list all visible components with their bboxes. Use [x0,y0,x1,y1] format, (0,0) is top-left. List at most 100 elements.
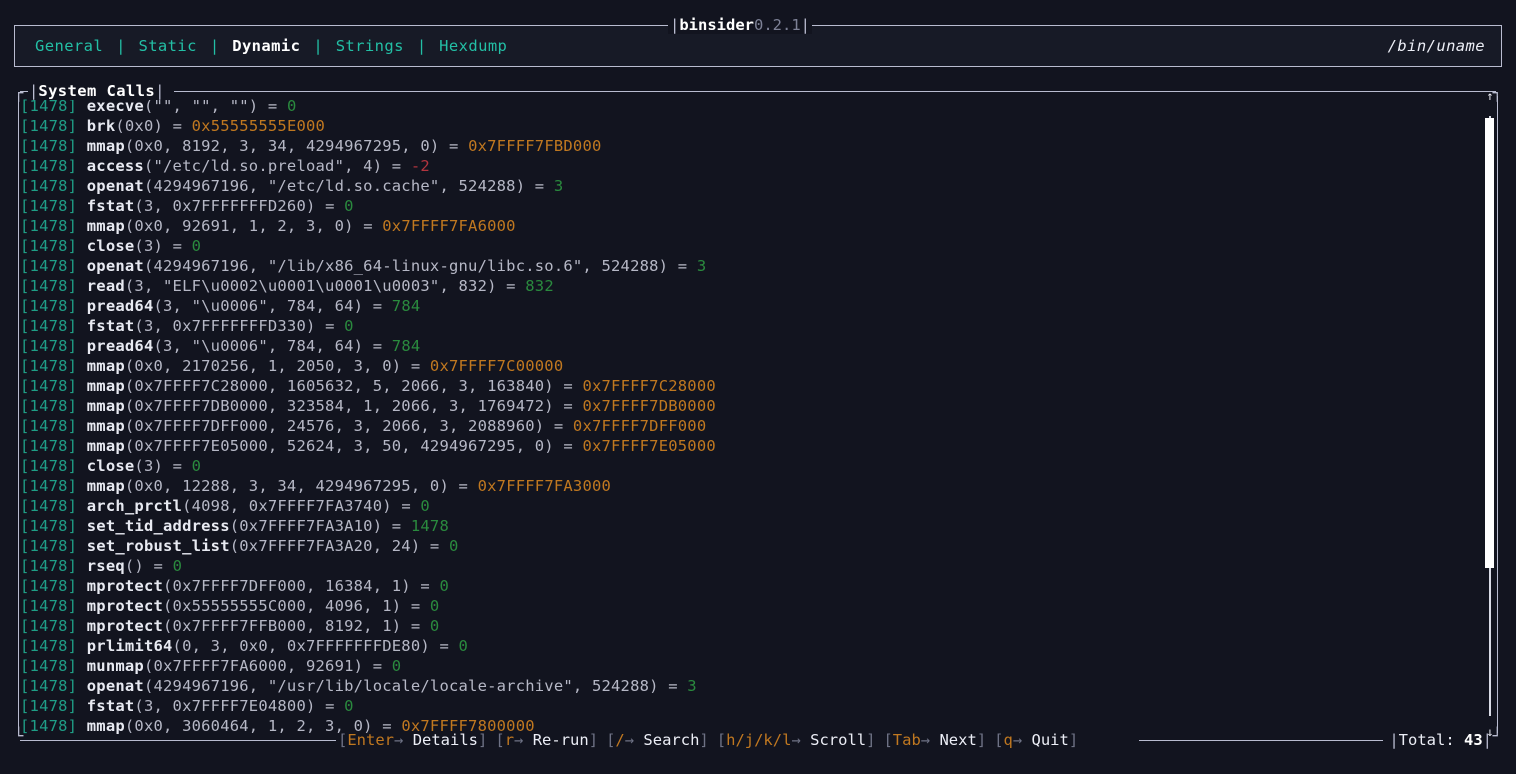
syscall-row[interactable]: [1478] set_tid_address(0x7FFFF7FA3A10) =… [20,516,1480,536]
syscall-args: (3, 0x7FFFFFFFD260) [134,197,316,215]
syscall-equals: = [363,657,392,675]
keybind-scroll[interactable]: [h/j/k/l→ Scroll] [717,731,876,749]
syscall-row[interactable]: [1478] mprotect(0x55555555C000, 4096, 1)… [20,596,1480,616]
syscall-row[interactable]: [1478] mmap(0x0, 92691, 1, 2, 3, 0) = 0x… [20,216,1480,236]
syscall-row[interactable]: [1478] rseq() = 0 [20,556,1480,576]
syscall-row[interactable]: [1478] mmap(0x7FFFF7E05000, 52624, 3, 50… [20,436,1480,456]
syscall-row[interactable]: [1478] mprotect(0x7FFFF7DFF000, 16384, 1… [20,576,1480,596]
syscall-row[interactable]: [1478] arch_prctl(4098, 0x7FFFF7FA3740) … [20,496,1480,516]
syscall-row[interactable]: [1478] close(3) = 0 [20,236,1480,256]
syscall-name: mmap [86,477,125,495]
syscall-args: (3, "ELF\u0002\u0001\u0001\u0003", 832) [124,277,497,295]
syscall-name: openat [86,677,144,695]
syscall-row[interactable]: [1478] prlimit64(0, 3, 0x0, 0x7FFFFFFFDE… [20,636,1480,656]
keybind-bracket-close: ] [699,731,709,749]
syscall-row[interactable]: [1478] mmap(0x0, 8192, 3, 34, 4294967295… [20,136,1480,156]
tab-hexdump[interactable]: Hexdump [435,36,511,56]
panel-title-left-bar: | [29,82,39,100]
syscall-row[interactable]: [1478] mmap(0x7FFFF7DB0000, 323584, 1, 2… [20,396,1480,416]
syscall-args: (0, 3, 0x0, 0x7FFFFFFFDE80) [172,637,430,655]
keybind-search[interactable]: [/→ Search] [606,731,709,749]
syscall-row[interactable]: [1478] mmap(0x0, 2170256, 1, 2050, 3, 0)… [20,356,1480,376]
tab-separator: | [116,37,126,55]
syscall-row[interactable]: [1478] pread64(3, "\u0006", 784, 64) = 7… [20,296,1480,316]
keybind-bracket-open: [ [495,731,505,749]
syscall-return-value: 0x7FFFF7E05000 [582,437,716,455]
syscall-return-value: 0x7FFFF7C28000 [582,377,716,395]
syscall-equals: = [439,137,469,155]
total-value: 43 [1463,731,1483,749]
syscall-row[interactable]: [1478] openat(4294967196, "/lib/x86_64-l… [20,256,1480,276]
syscall-list[interactable]: [1478] execve("", "", "") = 0 [1478] brk(… [20,90,1480,734]
syscall-row[interactable]: [1478] pread64(3, "\u0006", 784, 64) = 7… [20,336,1480,356]
tab-static[interactable]: Static [134,36,200,56]
syscall-row[interactable]: [1478] execve("", "", "") = 0 [20,96,1480,116]
syscall-name: mprotect [86,577,164,595]
syscall-row[interactable]: [1478] mmap(0x7FFFF7DFF000, 24576, 3, 20… [20,416,1480,436]
keybind-label: Details [403,731,479,749]
keybind-details[interactable]: [Enter→ Details] [338,731,487,749]
syscall-equals: = [553,437,583,455]
total-count-badge: |Total: 43| [1389,729,1492,751]
syscall-row[interactable]: [1478] fstat(3, 0x7FFFFFFFD260) = 0 [20,196,1480,216]
syscall-row[interactable]: [1478] set_robust_list(0x7FFFF7FA3A20, 2… [20,536,1480,556]
syscall-return-value: 3 [687,677,697,695]
syscall-name: mmap [86,437,125,455]
syscall-row[interactable]: [1478] brk(0x0) = 0x55555555E000 [20,116,1480,136]
syscall-equals: = [429,637,459,655]
syscall-args: (4294967196, "/usr/lib/locale/locale-arc… [143,677,659,695]
syscall-args: (3, "\u0006", 784, 64) [153,337,364,355]
syscall-args: (4294967196, "/etc/ld.so.cache", 524288) [143,177,526,195]
syscall-name: read [86,277,125,295]
syscall-return-value: 0x7FFFF7DFF000 [572,417,707,435]
syscall-row[interactable]: [1478] read(3, "ELF\u0002\u0001\u0001\u0… [20,276,1480,296]
syscall-pid: [1478] [20,177,78,195]
syscall-return-value: 0 [344,197,354,215]
total-right-bar: | [1482,731,1492,749]
syscall-row[interactable]: [1478] close(3) = 0 [20,456,1480,476]
syscall-row[interactable]: [1478] munmap(0x7FFFF7FA6000, 92691) = 0 [20,656,1480,676]
syscall-name: close [86,237,135,255]
tab-general[interactable]: General [31,36,107,56]
syscall-row[interactable]: [1478] mmap(0x0, 12288, 3, 34, 429496729… [20,476,1480,496]
syscall-name: set_tid_address [86,517,230,535]
scrollbar[interactable]: ↑ ↓ [1484,90,1496,738]
syscall-name: mmap [86,397,125,415]
syscall-row[interactable]: [1478] fstat(3, 0x7FFFFFFFD330) = 0 [20,316,1480,336]
keybind-re-run[interactable]: [r→ Re-run] [495,731,598,749]
syscall-row[interactable]: [1478] mprotect(0x7FFFF7FFB000, 8192, 1)… [20,616,1480,636]
syscall-name: openat [86,177,144,195]
syscall-pid: [1478] [20,197,78,215]
syscall-pid: [1478] [20,557,78,575]
keybind-next[interactable]: [Tab→ Next] [883,731,986,749]
syscall-args: (0x7FFFF7FA6000, 92691) [143,657,364,675]
keybind-key: r [504,731,515,749]
tab-strings[interactable]: Strings [332,36,408,56]
keybind-arrow-icon: → [920,731,931,749]
syscall-equals: = [163,117,192,135]
syscall-pid: [1478] [20,597,78,615]
syscall-equals: = [544,417,573,435]
syscall-return-value: 0 [458,637,469,655]
syscall-return-value: 3 [696,257,707,275]
syscall-equals: = [410,577,440,595]
keybind-bracket-open: [ [883,731,893,749]
tab-dynamic[interactable]: Dynamic [228,36,304,56]
syscall-pid: [1478] [20,657,78,675]
syscall-return-value: 0 [344,697,354,715]
syscall-row[interactable]: [1478] access("/etc/ld.so.preload", 4) =… [20,156,1480,176]
syscall-name: rseq [86,557,125,575]
scrollbar-thumb[interactable] [1485,118,1494,568]
keybind-quit[interactable]: [q→ Quit] [994,731,1078,749]
syscall-args: (0x7FFFF7DB0000, 323584, 1, 2066, 3, 176… [124,397,554,415]
tab-separator: | [416,37,427,55]
syscall-row[interactable]: [1478] openat(4294967196, "/usr/lib/loca… [20,676,1480,696]
syscall-args: (4098, 0x7FFFF7FA3740) [182,497,392,515]
syscall-name: mprotect [86,617,164,635]
syscall-row[interactable]: [1478] mmap(0x7FFFF7C28000, 1605632, 5, … [20,376,1480,396]
syscall-name: brk [86,117,116,135]
syscall-row[interactable]: [1478] openat(4294967196, "/etc/ld.so.ca… [20,176,1480,196]
syscall-return-value: 0 [172,557,183,575]
scrollbar-up-arrow-icon[interactable]: ↑ [1485,90,1495,102]
syscall-row[interactable]: [1478] fstat(3, 0x7FFFF7E04800) = 0 [20,696,1480,716]
